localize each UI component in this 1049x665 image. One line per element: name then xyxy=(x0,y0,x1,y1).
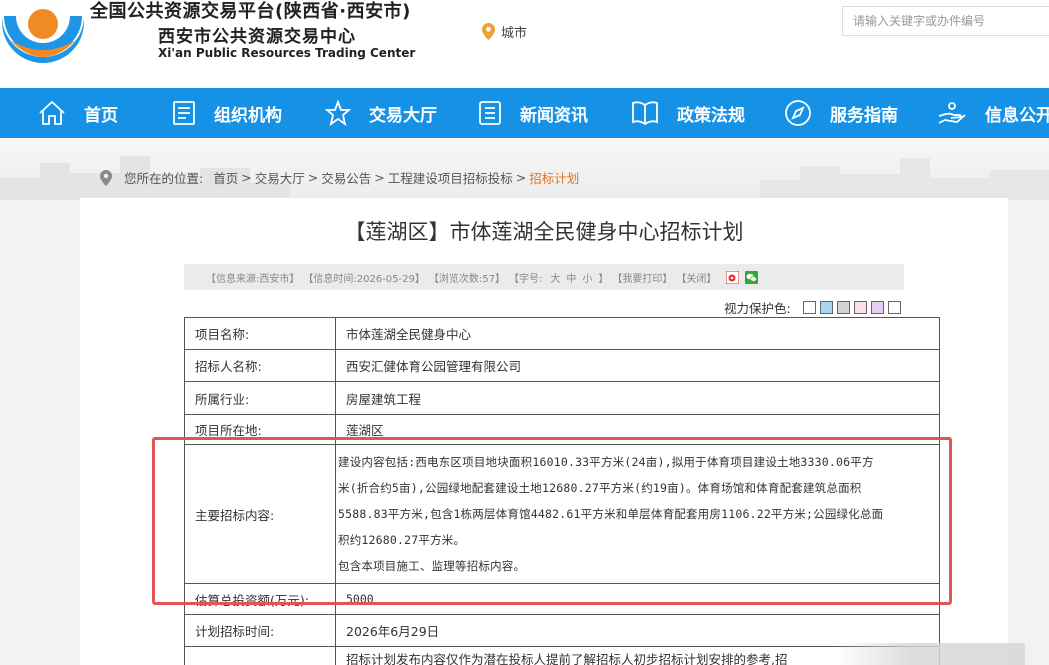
hand-icon xyxy=(938,102,966,124)
close-link[interactable]: 【关闭】 xyxy=(676,270,716,285)
row-key-main-content: 主要招标内容: xyxy=(184,444,336,584)
nav-item-policy[interactable]: 政策法规 xyxy=(631,88,745,138)
row-key-project-name: 项目名称: xyxy=(184,317,336,350)
breadcrumb-separator: > xyxy=(241,170,252,185)
city-selector[interactable]: 城市 xyxy=(482,22,528,41)
eye-care-label: 视力保护色: xyxy=(724,301,791,316)
table-row: 主要招标内容: 建设内容包括:西电东区项目地块面积16010.33平方米(24亩… xyxy=(184,444,940,584)
breadcrumb-current[interactable]: 招标计划 xyxy=(529,168,579,187)
site-title-english: Xi'an Public Resources Trading Center xyxy=(158,46,416,60)
row-value-main-content: 建设内容包括:西电东区项目地块面积16010.33平方米(24亩),拟用于体育项… xyxy=(335,444,940,584)
nav-item-organization[interactable]: 组织机构 xyxy=(172,88,282,138)
main-content-line: 5588.83平方米,包含1栋两层体育馆4482.61平方米和单层体育配套用房1… xyxy=(338,507,884,521)
home-icon xyxy=(39,100,65,125)
breadcrumb-link-announcements[interactable]: 交易公告 xyxy=(321,168,371,187)
article-title: 【莲湖区】市体莲湖全民健身中心招标计划 xyxy=(344,220,744,244)
breadcrumb-link-trading-hall[interactable]: 交易大厅 xyxy=(255,168,305,187)
row-key-remarks: 备注: xyxy=(184,646,336,665)
nav-label-trading-hall: 交易大厅 xyxy=(369,105,437,126)
eye-care-swatch[interactable] xyxy=(853,301,867,314)
table-row: 项目名称: 市体莲湖全民健身中心 xyxy=(184,317,940,350)
meta-views: 【浏览次数:57】 xyxy=(428,273,505,285)
main-content-line: 米(折合约5亩),公园绿地配套建设土地12680.27平方米(约19亩)。体育场… xyxy=(338,481,862,495)
main-content-line: 建设内容包括:西电东区项目地块面积16010.33平方米(24亩),拟用于体育项… xyxy=(338,455,874,469)
eye-care-swatch[interactable] xyxy=(887,301,901,314)
meta-time: 【信息时间:2026-05-29】 xyxy=(303,273,425,285)
table-row: 估算总投资额(万元): 5000 xyxy=(184,583,940,615)
breadcrumb: 您所在的位置: 首页 > 交易大厅 > 交易公告 > 工程建设项目招标投标 > … xyxy=(100,168,579,187)
location-pin-icon xyxy=(100,169,112,186)
row-value-industry: 房屋建筑工程 xyxy=(335,381,940,415)
star-icon xyxy=(325,100,351,126)
document-icon xyxy=(173,101,195,125)
row-value-tenderer: 西安汇健体育公园管理有限公司 xyxy=(335,349,940,382)
article-card: 【莲湖区】市体莲湖全民健身中心招标计划 【信息来源:西安市】 【信息时间:202… xyxy=(80,198,1008,665)
share-weibo-icon[interactable] xyxy=(726,270,740,284)
nav-item-trading-hall[interactable]: 交易大厅 xyxy=(325,88,437,138)
nav-label-organization: 组织机构 xyxy=(214,105,282,126)
nav-item-home[interactable]: 首页 xyxy=(38,88,118,138)
nav-label-service-guide: 服务指南 xyxy=(830,105,898,126)
row-key-industry: 所属行业: xyxy=(184,381,336,415)
row-key-tenderer: 招标人名称: xyxy=(184,349,336,382)
meta-source: 【信息来源:西安市】 xyxy=(206,273,300,285)
row-value-project-name: 市体莲湖全民健身中心 xyxy=(335,317,940,350)
main-content-line: 包含本项目施工、监理等招标内容。 xyxy=(338,559,526,573)
site-logo[interactable] xyxy=(0,0,86,68)
nav-item-service-guide[interactable]: 服务指南 xyxy=(784,88,898,138)
row-key-investment: 估算总投资额(万元): xyxy=(184,583,336,615)
nav-item-disclosure[interactable]: 信息公开 xyxy=(937,88,1049,138)
row-key-plan-time: 计划招标时间: xyxy=(184,614,336,647)
book-icon xyxy=(632,101,658,126)
row-key-location: 项目所在地: xyxy=(184,414,336,445)
table-row: 计划招标时间: 2026年6月29日 xyxy=(184,614,940,647)
print-link[interactable]: 【我要打印】 xyxy=(612,270,672,285)
nav-label-home: 首页 xyxy=(84,105,118,126)
table-row: 所属行业: 房屋建筑工程 xyxy=(184,381,940,415)
compass-icon xyxy=(785,100,811,126)
breadcrumb-separator: > xyxy=(374,170,385,185)
watermark-overlay xyxy=(835,643,1025,665)
breadcrumb-separator: > xyxy=(515,170,527,185)
main-content-line: 积约12680.27平方米。 xyxy=(338,533,466,547)
nav-label-news: 新闻资讯 xyxy=(520,105,588,126)
eye-care-swatch[interactable] xyxy=(836,301,850,314)
bidding-info-table: 项目名称: 市体莲湖全民健身中心 招标人名称: 西安汇健体育公园管理有限公司 所… xyxy=(184,317,940,665)
breadcrumb-link-home[interactable]: 首页 xyxy=(213,168,238,187)
row-value-location: 莲湖区 xyxy=(335,414,940,445)
article-meta-bar: 【信息来源:西安市】 【信息时间:2026-05-29】 【浏览次数:57】 【… xyxy=(184,264,904,290)
eye-care-swatch[interactable] xyxy=(802,301,816,314)
nav-label-disclosure: 信息公开 xyxy=(985,105,1049,126)
font-size-medium[interactable]: 中 xyxy=(566,270,576,285)
breadcrumb-prefix: 您所在的位置: xyxy=(124,171,204,186)
eye-care-color-picker: 视力保护色: xyxy=(724,298,901,317)
breadcrumb-separator: > xyxy=(307,170,319,185)
share-wechat-icon[interactable] xyxy=(745,270,759,284)
meta-font-label: 【字号: xyxy=(508,273,543,285)
row-value-investment: 5000 xyxy=(335,583,940,615)
row-value-plan-time: 2026年6月29日 xyxy=(335,614,940,647)
city-label: 城市 xyxy=(501,25,528,41)
meta-font-close: 】 xyxy=(598,273,609,285)
search-input[interactable] xyxy=(842,6,1049,36)
eye-care-swatch[interactable] xyxy=(819,301,833,314)
table-row: 招标人名称: 西安汇健体育公园管理有限公司 xyxy=(184,349,940,382)
nav-item-news[interactable]: 新闻资讯 xyxy=(478,88,588,138)
list-icon xyxy=(479,101,501,125)
table-row: 备注: 招标计划发布内容仅作为潜在投标人提前了解招标人初步招标计划安排的参考,招 xyxy=(184,646,940,665)
main-nav: 首页 组织机构 交易大厅 新闻资讯 政策法规 服务指南 信息公开 xyxy=(0,88,1049,138)
site-title-line1: 全国公共资源交易平台(陕西省·西安市) xyxy=(90,1,411,22)
site-title-line2: 西安市公共资源交易中心 xyxy=(158,27,356,47)
table-row: 项目所在地: 莲湖区 xyxy=(184,414,940,445)
eye-care-swatch[interactable] xyxy=(870,301,884,314)
location-pin-icon xyxy=(482,22,495,40)
nav-label-policy: 政策法规 xyxy=(677,105,745,126)
font-size-small[interactable]: 小 xyxy=(582,270,592,285)
font-size-large[interactable]: 大 xyxy=(550,270,560,285)
breadcrumb-link-engineering-bidding[interactable]: 工程建设项目招标投标 xyxy=(388,168,513,187)
site-header: 全国公共资源交易平台(陕西省·西安市) 西安市公共资源交易中心 Xi'an Pu… xyxy=(0,0,1049,88)
